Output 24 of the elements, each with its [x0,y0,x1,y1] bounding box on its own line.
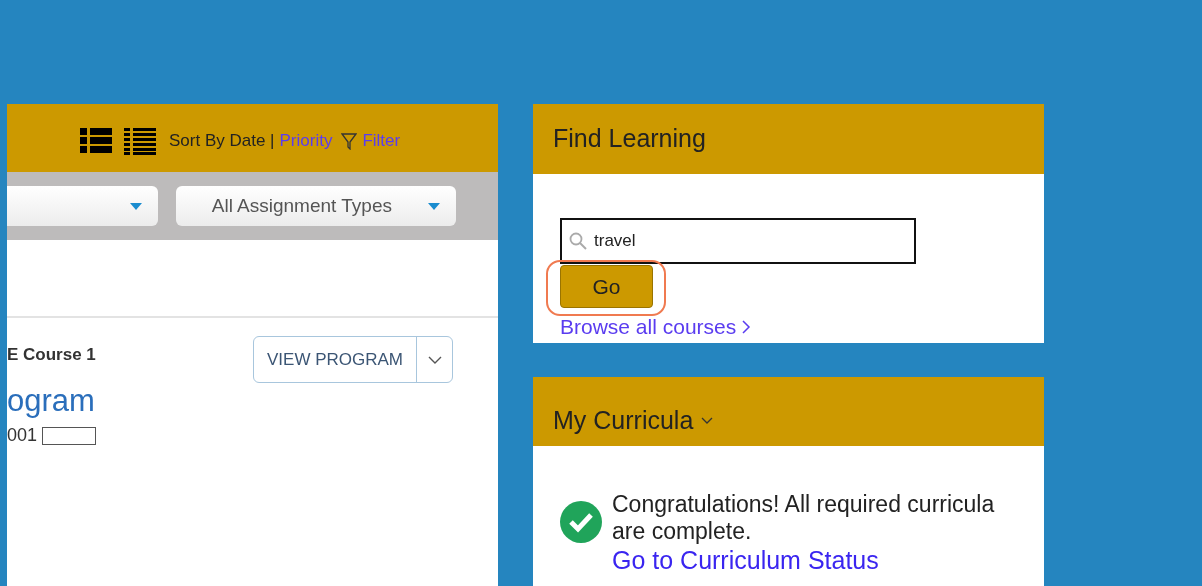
course-subtitle: E Course 1 [7,344,96,366]
compact-list-icon[interactable] [124,127,156,155]
caret-icon [130,202,142,210]
dropdown[interactable]: All Assignment Types [176,186,456,226]
chevron-down-icon [427,355,442,364]
completion-message: Congratulations! All required curricula are complete. [612,491,996,545]
curriculum-status-link[interactable]: Go to Curriculum Status [612,545,879,575]
search-icon [569,232,587,250]
chevron-right-icon [742,319,752,334]
card-title: My Curricula [553,404,694,436]
search-field[interactable]: travel [560,218,916,264]
filter-icon[interactable] [341,132,358,150]
course-title[interactable]: ogram [7,385,498,416]
sort-label: Sort By Date | [169,130,275,153]
list-view-icon[interactable] [80,127,112,155]
course-code: 001 [7,424,38,447]
view-program-button[interactable]: VIEW PROGRAM [253,336,453,383]
status-box [42,426,97,445]
check-circle-icon [560,501,602,543]
go-button[interactable]: Go [560,265,653,308]
caret-icon [428,202,440,210]
card-title: Find Learning [553,123,706,155]
chevron-down-icon[interactable] [701,417,714,424]
browse-courses-link[interactable]: Browse all courses [560,316,752,337]
